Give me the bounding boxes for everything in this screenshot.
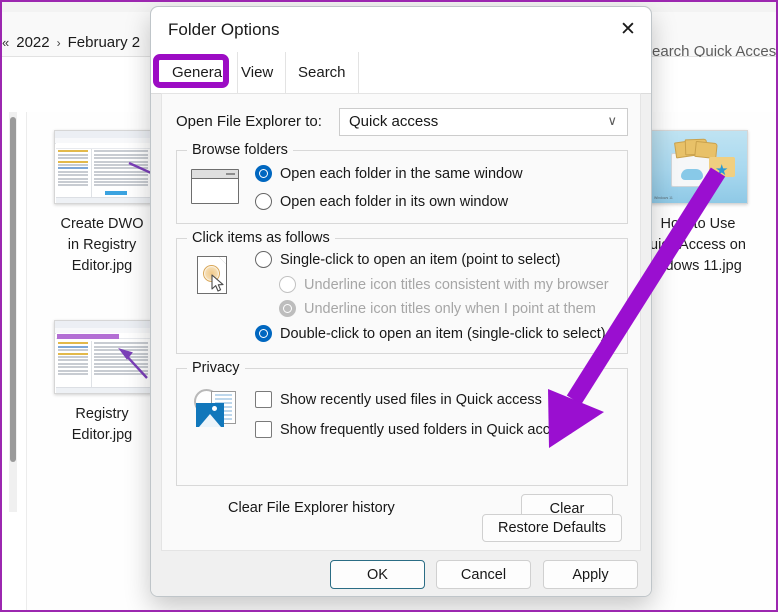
checkbox-label: Show recently used files in Quick access bbox=[280, 391, 542, 408]
radio-indicator bbox=[255, 193, 272, 210]
file-thumbnail bbox=[54, 130, 152, 204]
restore-defaults-button[interactable]: Restore Defaults bbox=[482, 514, 622, 542]
tab-general[interactable]: General bbox=[160, 52, 239, 93]
thumbnail-annotation-arrow bbox=[118, 347, 148, 379]
checkbox-indicator bbox=[255, 391, 272, 408]
radio-indicator bbox=[255, 251, 272, 268]
dialog-footer: OK Cancel Apply bbox=[151, 552, 651, 596]
radio-label: Underline icon titles consistent with my… bbox=[304, 276, 609, 293]
radio-indicator bbox=[255, 165, 272, 182]
list-item[interactable]: ★ Windows 11 How to Use uick Access on i… bbox=[650, 130, 763, 277]
thumbnail-annotation-arrow bbox=[128, 161, 151, 175]
open-file-explorer-select[interactable]: Quick access ∨ bbox=[339, 108, 628, 136]
breadcrumb-item-month[interactable]: February 2 bbox=[68, 34, 141, 51]
checkbox-label: Show frequently used folders in Quick ac… bbox=[280, 421, 573, 438]
checkbox-show-frequent-folders[interactable]: Show frequently used folders in Quick ac… bbox=[255, 421, 573, 438]
radio-label: Single-click to open an item (point to s… bbox=[280, 251, 561, 268]
privacy-icon bbox=[194, 389, 240, 429]
file-thumbnail: ★ Windows 11 bbox=[650, 130, 748, 204]
chevron-down-icon: ∨ bbox=[607, 113, 617, 128]
open-file-explorer-value: Quick access bbox=[349, 113, 439, 130]
tab-strip: General View Search bbox=[151, 52, 651, 94]
screen-root: « 2022 › February 2 Search Quick Access bbox=[0, 0, 778, 612]
close-icon[interactable]: ✕ bbox=[605, 7, 651, 52]
folder-options-dialog: Folder Options ✕ General View Search Ope… bbox=[150, 6, 652, 597]
privacy-group: Privacy Show recently used files in Quic… bbox=[176, 360, 628, 486]
file-name-label: Create DWO in Registry Editor.jpg bbox=[60, 216, 144, 274]
click-items-title: Click items as follows bbox=[187, 230, 335, 246]
checkbox-indicator bbox=[255, 421, 272, 438]
general-tab-panel: Open File Explorer to: Quick access ∨ Br… bbox=[161, 93, 641, 551]
open-file-explorer-label: Open File Explorer to: bbox=[176, 113, 322, 130]
dialog-title: Folder Options bbox=[168, 20, 280, 39]
radio-label: Open each folder in its own window bbox=[280, 193, 509, 210]
radio-single-click[interactable]: Single-click to open an item (point to s… bbox=[255, 251, 560, 268]
dialog-title-bar: Folder Options ✕ bbox=[151, 7, 651, 52]
breadcrumb[interactable]: « 2022 › February 2 bbox=[2, 34, 140, 51]
radio-open-same-window[interactable]: Open each folder in the same window bbox=[255, 165, 523, 182]
radio-indicator bbox=[279, 276, 296, 293]
radio-indicator bbox=[255, 325, 272, 342]
click-item-icon bbox=[197, 256, 227, 294]
checkbox-show-recent-files[interactable]: Show recently used files in Quick access bbox=[255, 391, 542, 408]
cancel-button[interactable]: Cancel bbox=[436, 560, 531, 589]
file-name-label: Registry Editor.jpg bbox=[71, 406, 133, 443]
click-items-group: Click items as follows Single-click to o… bbox=[176, 230, 628, 354]
scrollbar-thumb[interactable] bbox=[10, 117, 16, 462]
radio-underline-browser: Underline icon titles consistent with my… bbox=[279, 276, 609, 293]
radio-double-click[interactable]: Double-click to open an item (single-cli… bbox=[255, 325, 606, 342]
clear-history-label: Clear File Explorer history bbox=[228, 500, 395, 516]
radio-label: Open each folder in the same window bbox=[280, 165, 523, 182]
file-name-label: How to Use uick Access on indows 11.jpg bbox=[650, 216, 746, 274]
browse-folders-group: Browse folders Open each folder in the s… bbox=[176, 142, 628, 224]
breadcrumb-item-year[interactable]: 2022 bbox=[16, 34, 49, 51]
open-file-explorer-row: Open File Explorer to: Quick access ∨ bbox=[176, 108, 628, 136]
file-thumbnail bbox=[54, 320, 152, 394]
privacy-title: Privacy bbox=[187, 360, 245, 376]
radio-indicator bbox=[279, 300, 296, 317]
radio-open-own-window[interactable]: Open each folder in its own window bbox=[255, 193, 508, 210]
star-icon: ★ bbox=[715, 162, 729, 179]
browse-folders-title: Browse folders bbox=[187, 142, 293, 158]
radio-label: Double-click to open an item (single-cli… bbox=[280, 325, 606, 342]
apply-button[interactable]: Apply bbox=[543, 560, 638, 589]
cursor-icon bbox=[211, 274, 224, 292]
ok-button[interactable]: OK bbox=[330, 560, 425, 589]
window-icon bbox=[191, 169, 239, 204]
tab-view[interactable]: View bbox=[229, 52, 287, 93]
radio-label: Underline icon titles only when I point … bbox=[304, 300, 596, 317]
breadcrumb-overflow-icon[interactable]: « bbox=[2, 35, 9, 50]
radio-underline-point: Underline icon titles only when I point … bbox=[279, 300, 596, 317]
chevron-right-icon: › bbox=[56, 35, 61, 50]
tab-search[interactable]: Search bbox=[286, 52, 359, 93]
